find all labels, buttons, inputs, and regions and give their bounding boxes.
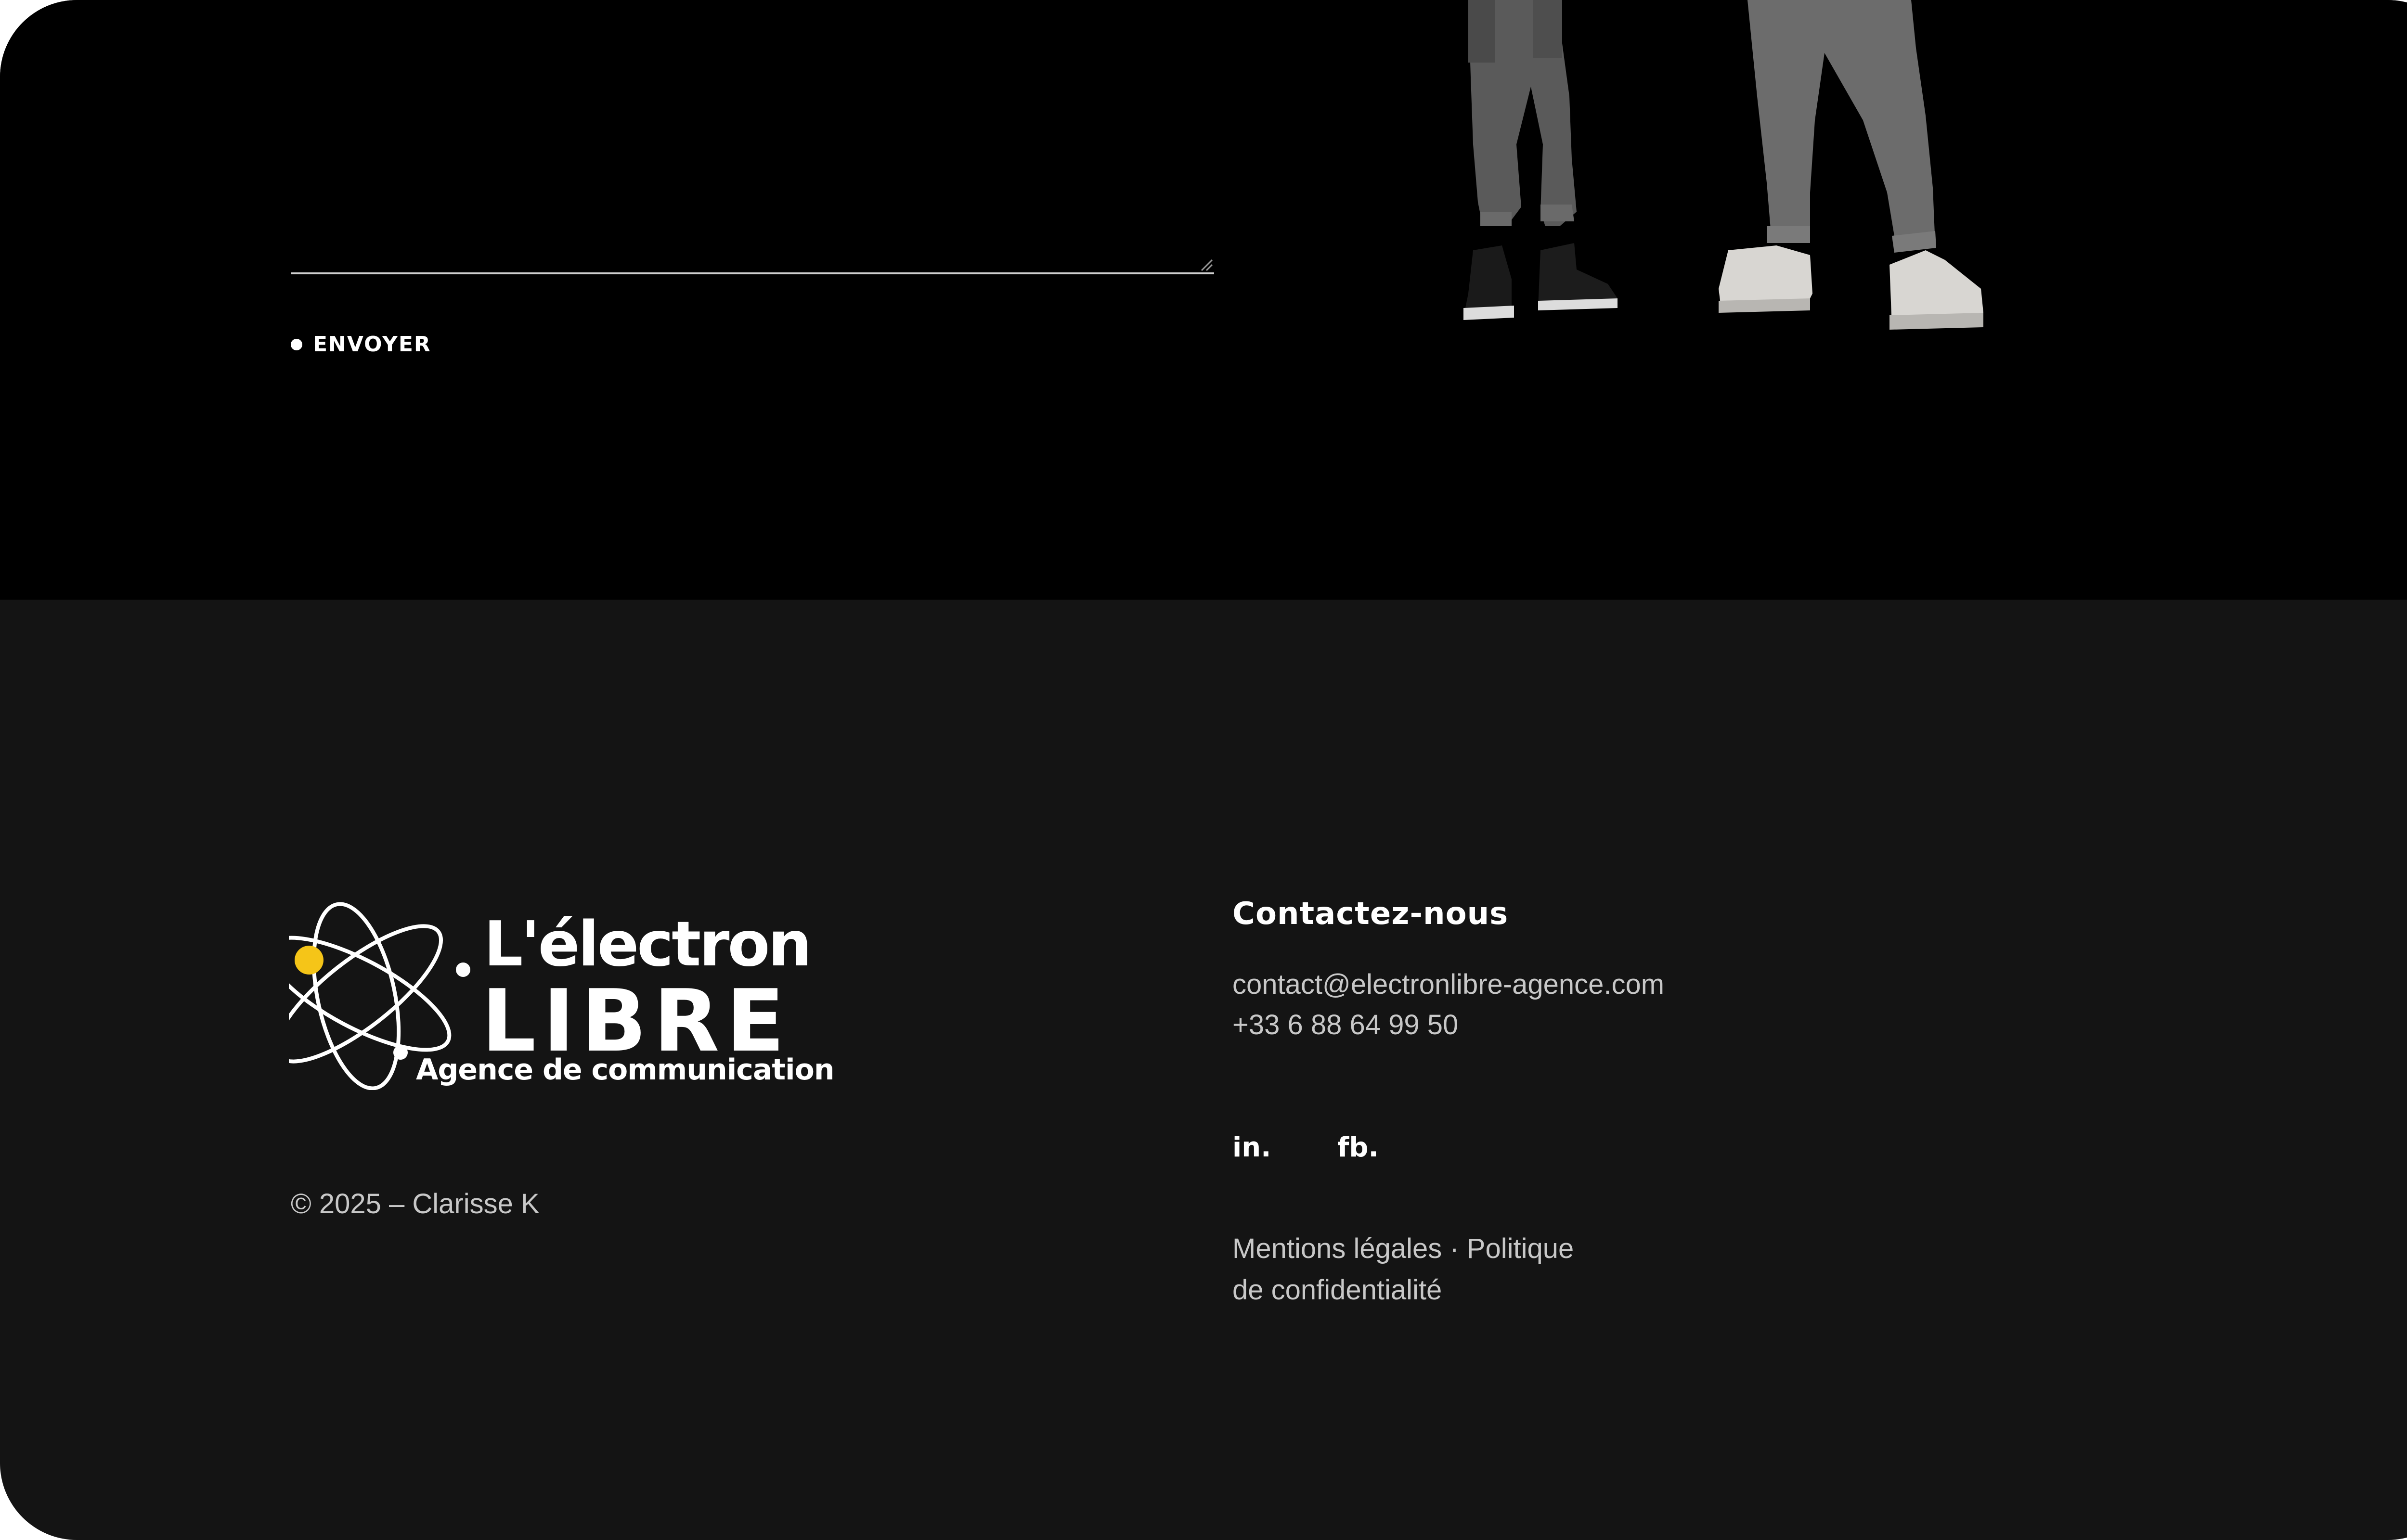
team-photo-legs [1463,0,1983,330]
contact-form-section: ENVOYER [0,0,2407,600]
logo-tagline: Agence de communication [416,1053,835,1087]
contact-email-link[interactable]: contact@electronlibre-agence.com [1232,968,1664,1001]
agency-logo[interactable]: L'électron LIBRE Agence de communication [289,893,835,1090]
copyright-text: © 2025 – Clarisse K [291,1188,540,1219]
logo-wordmark-line2: LIBRE [481,971,791,1071]
send-button-label: ENVOYER [313,332,431,357]
legal-notice-link[interactable]: Mentions légales · Politique de confiden… [1232,1228,1598,1311]
linkedin-link[interactable]: in. [1232,1132,1271,1163]
send-button[interactable]: ENVOYER [291,332,431,357]
logo-wordmark-line1: L'électron [484,909,812,980]
facebook-link[interactable]: fb. [1337,1132,1379,1163]
bullet-dot-icon [291,338,302,350]
contact-phone-link[interactable]: +33 6 88 64 99 50 [1232,1009,1458,1041]
contact-heading: Contactez-nous [1232,896,1509,932]
textarea-resize-handle[interactable] [1200,258,1213,271]
page: ENVOYER L'électron LIBRE Agence de commu… [0,0,2407,1540]
message-textarea[interactable] [291,272,1214,274]
